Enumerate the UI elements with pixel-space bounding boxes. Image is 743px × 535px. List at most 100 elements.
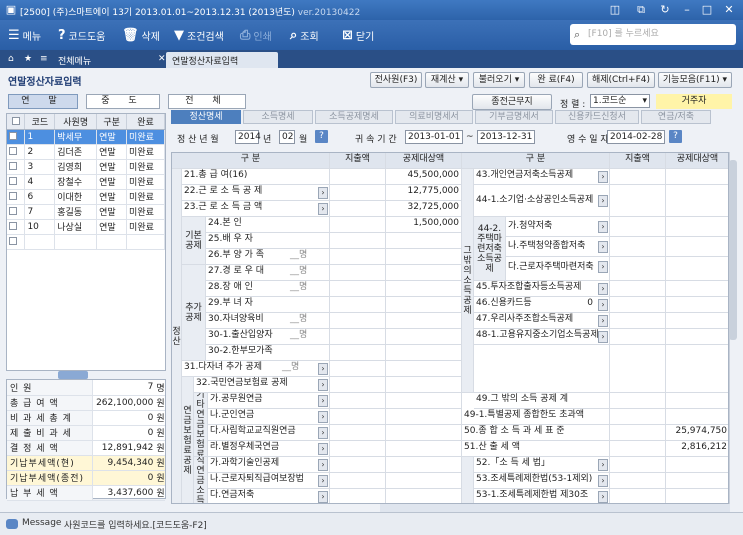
import-button[interactable]: 불러오기 ▾ [473,72,525,88]
scrollbar-thumb[interactable] [729,160,737,340]
hamburger-small-icon[interactable]: ≡ [34,52,54,68]
expand-icon[interactable]: › [598,491,608,503]
complete-button[interactable]: 완 료(F4) [529,72,583,88]
row-32-paid[interactable] [330,377,386,393]
row-52-paid[interactable] [610,457,666,473]
row-47-paid[interactable] [610,313,666,329]
row-26-paid[interactable] [330,249,386,265]
functions-button[interactable]: 기능모음(F11) ▾ [658,72,732,88]
all-employees-button[interactable]: 전사원(F3) [370,72,422,88]
row-code[interactable]: 3 [24,159,56,175]
expand-icon[interactable]: › [598,315,608,327]
row-name[interactable]: 김더존 [54,144,98,160]
row-code[interactable]: 10 [24,219,56,235]
row-25-paid[interactable] [330,233,386,249]
row-44c-paid[interactable] [610,257,666,281]
row-21-paid[interactable] [330,169,386,185]
row-33c-paid[interactable] [330,489,386,503]
row-name[interactable]: 장철수 [54,174,98,190]
row-46-paid[interactable] [610,297,666,313]
table-row[interactable]: 6 이대한 연말 미완료 [7,189,165,205]
maximize-icon[interactable]: □ [700,3,714,16]
expand-icon[interactable]: › [598,221,608,233]
segment-all[interactable]: 전 체 [168,94,246,109]
row-checkbox[interactable] [7,189,26,205]
tab-medical[interactable]: 의료비명세서 [395,110,473,124]
expand-icon[interactable]: › [318,475,328,487]
tab-income[interactable]: 소득명세 [243,110,313,124]
row-53-paid[interactable] [610,473,666,489]
expand-icon[interactable]: › [598,283,608,295]
table-row[interactable]: 3 김영희 연말 미완료 [7,159,165,175]
minimize-icon[interactable]: – [680,3,694,16]
row-44-1-paid[interactable] [610,185,666,217]
row-45-paid[interactable] [610,281,666,297]
row-28-paid[interactable] [330,281,386,297]
row-33a-paid[interactable] [330,457,386,473]
menu-search-input[interactable]: ⌕ [F10] 를 누르세요 [570,24,736,45]
row-30-2-paid[interactable] [330,345,386,361]
tab-deduction[interactable]: 소득공제명세 [315,110,393,124]
segment-midterm[interactable]: 중 도 [86,94,160,109]
expand-icon[interactable]: › [598,299,608,311]
expand-icon[interactable]: › [318,379,328,391]
row-30-1-paid[interactable] [330,329,386,345]
row-code[interactable]: 1 [24,129,56,145]
expand-icon[interactable]: › [598,331,608,343]
tab-settlement[interactable]: 정산명세 [171,110,241,124]
row-name[interactable]: 홍길동 [54,204,98,220]
row-name[interactable]: 김영희 [54,159,98,175]
row-checkbox[interactable] [7,144,26,160]
expand-icon[interactable]: › [318,443,328,455]
row-name[interactable]: 나상실 [54,219,98,235]
expand-icon[interactable]: › [318,395,328,407]
table-row[interactable]: 4 장철수 연말 미완료 [7,174,165,190]
expand-icon[interactable]: › [318,459,328,471]
expand-icon[interactable]: › [318,491,328,503]
row-32d-paid[interactable] [330,441,386,457]
condition-search-button[interactable]: ▼ 조건검색 [174,26,224,44]
tab-current[interactable]: 연말정산자료입력 [166,52,278,68]
header-checkbox[interactable] [7,114,26,130]
menu-button[interactable]: ☰ 메뉴 [8,26,41,44]
row-code[interactable]: 2 [24,144,56,160]
expand-icon[interactable]: › [318,203,328,215]
period-from-input[interactable]: 2013-01-01 [405,130,463,144]
window-mode-icon[interactable]: ⧉ [634,3,648,16]
tab-pension[interactable]: 연금/저축 [641,110,711,124]
row-32b-paid[interactable] [330,409,386,425]
row-43-paid[interactable] [610,169,666,185]
period-to-input[interactable]: 2013-12-31 [477,130,535,144]
refresh-icon[interactable]: ↻ [658,3,672,16]
row-48-1-paid[interactable] [610,329,666,345]
tab-all-menu[interactable]: 전체메뉴 [52,52,97,68]
row-checkbox[interactable] [7,204,26,220]
row-27-paid[interactable] [330,265,386,281]
table-row[interactable]: 1 박세무 연말 미완료 [7,129,165,145]
row-checkbox[interactable] [7,129,26,145]
close-button[interactable]: ⊠ 닫기 [342,26,374,44]
row-30-paid[interactable] [330,313,386,329]
receipt-date-input[interactable]: 2014-02-28 [607,130,665,144]
delete-button[interactable]: 🗑 삭제 [122,26,160,44]
segment-year-end[interactable]: 연 말 [8,94,78,109]
row-checkbox[interactable] [7,174,26,190]
expand-icon[interactable]: › [598,475,608,487]
row-32c-paid[interactable] [330,425,386,441]
row-32a-paid[interactable] [330,393,386,409]
row-name[interactable]: 이대한 [54,189,98,205]
row-code[interactable]: 7 [24,204,56,220]
row-31-paid[interactable] [330,361,386,377]
table-row-empty[interactable] [7,234,165,250]
row-29-paid[interactable] [330,297,386,313]
help-icon[interactable]: ? [315,130,328,143]
row-name[interactable]: 박세무 [54,129,98,145]
sort-select[interactable]: 1.코드순 ▾ [590,94,650,108]
code-help-button[interactable]: ? 코드도움 [58,26,105,44]
row-24-paid[interactable] [330,217,386,233]
row-44b-paid[interactable] [610,237,666,257]
print-button[interactable]: ⎙ 인쇄 [240,26,272,44]
lookup-button[interactable]: ⌕ 조회 [290,26,319,44]
row-checkbox[interactable] [7,219,26,235]
table-row[interactable]: 2 김더존 연말 미완료 [7,144,165,160]
